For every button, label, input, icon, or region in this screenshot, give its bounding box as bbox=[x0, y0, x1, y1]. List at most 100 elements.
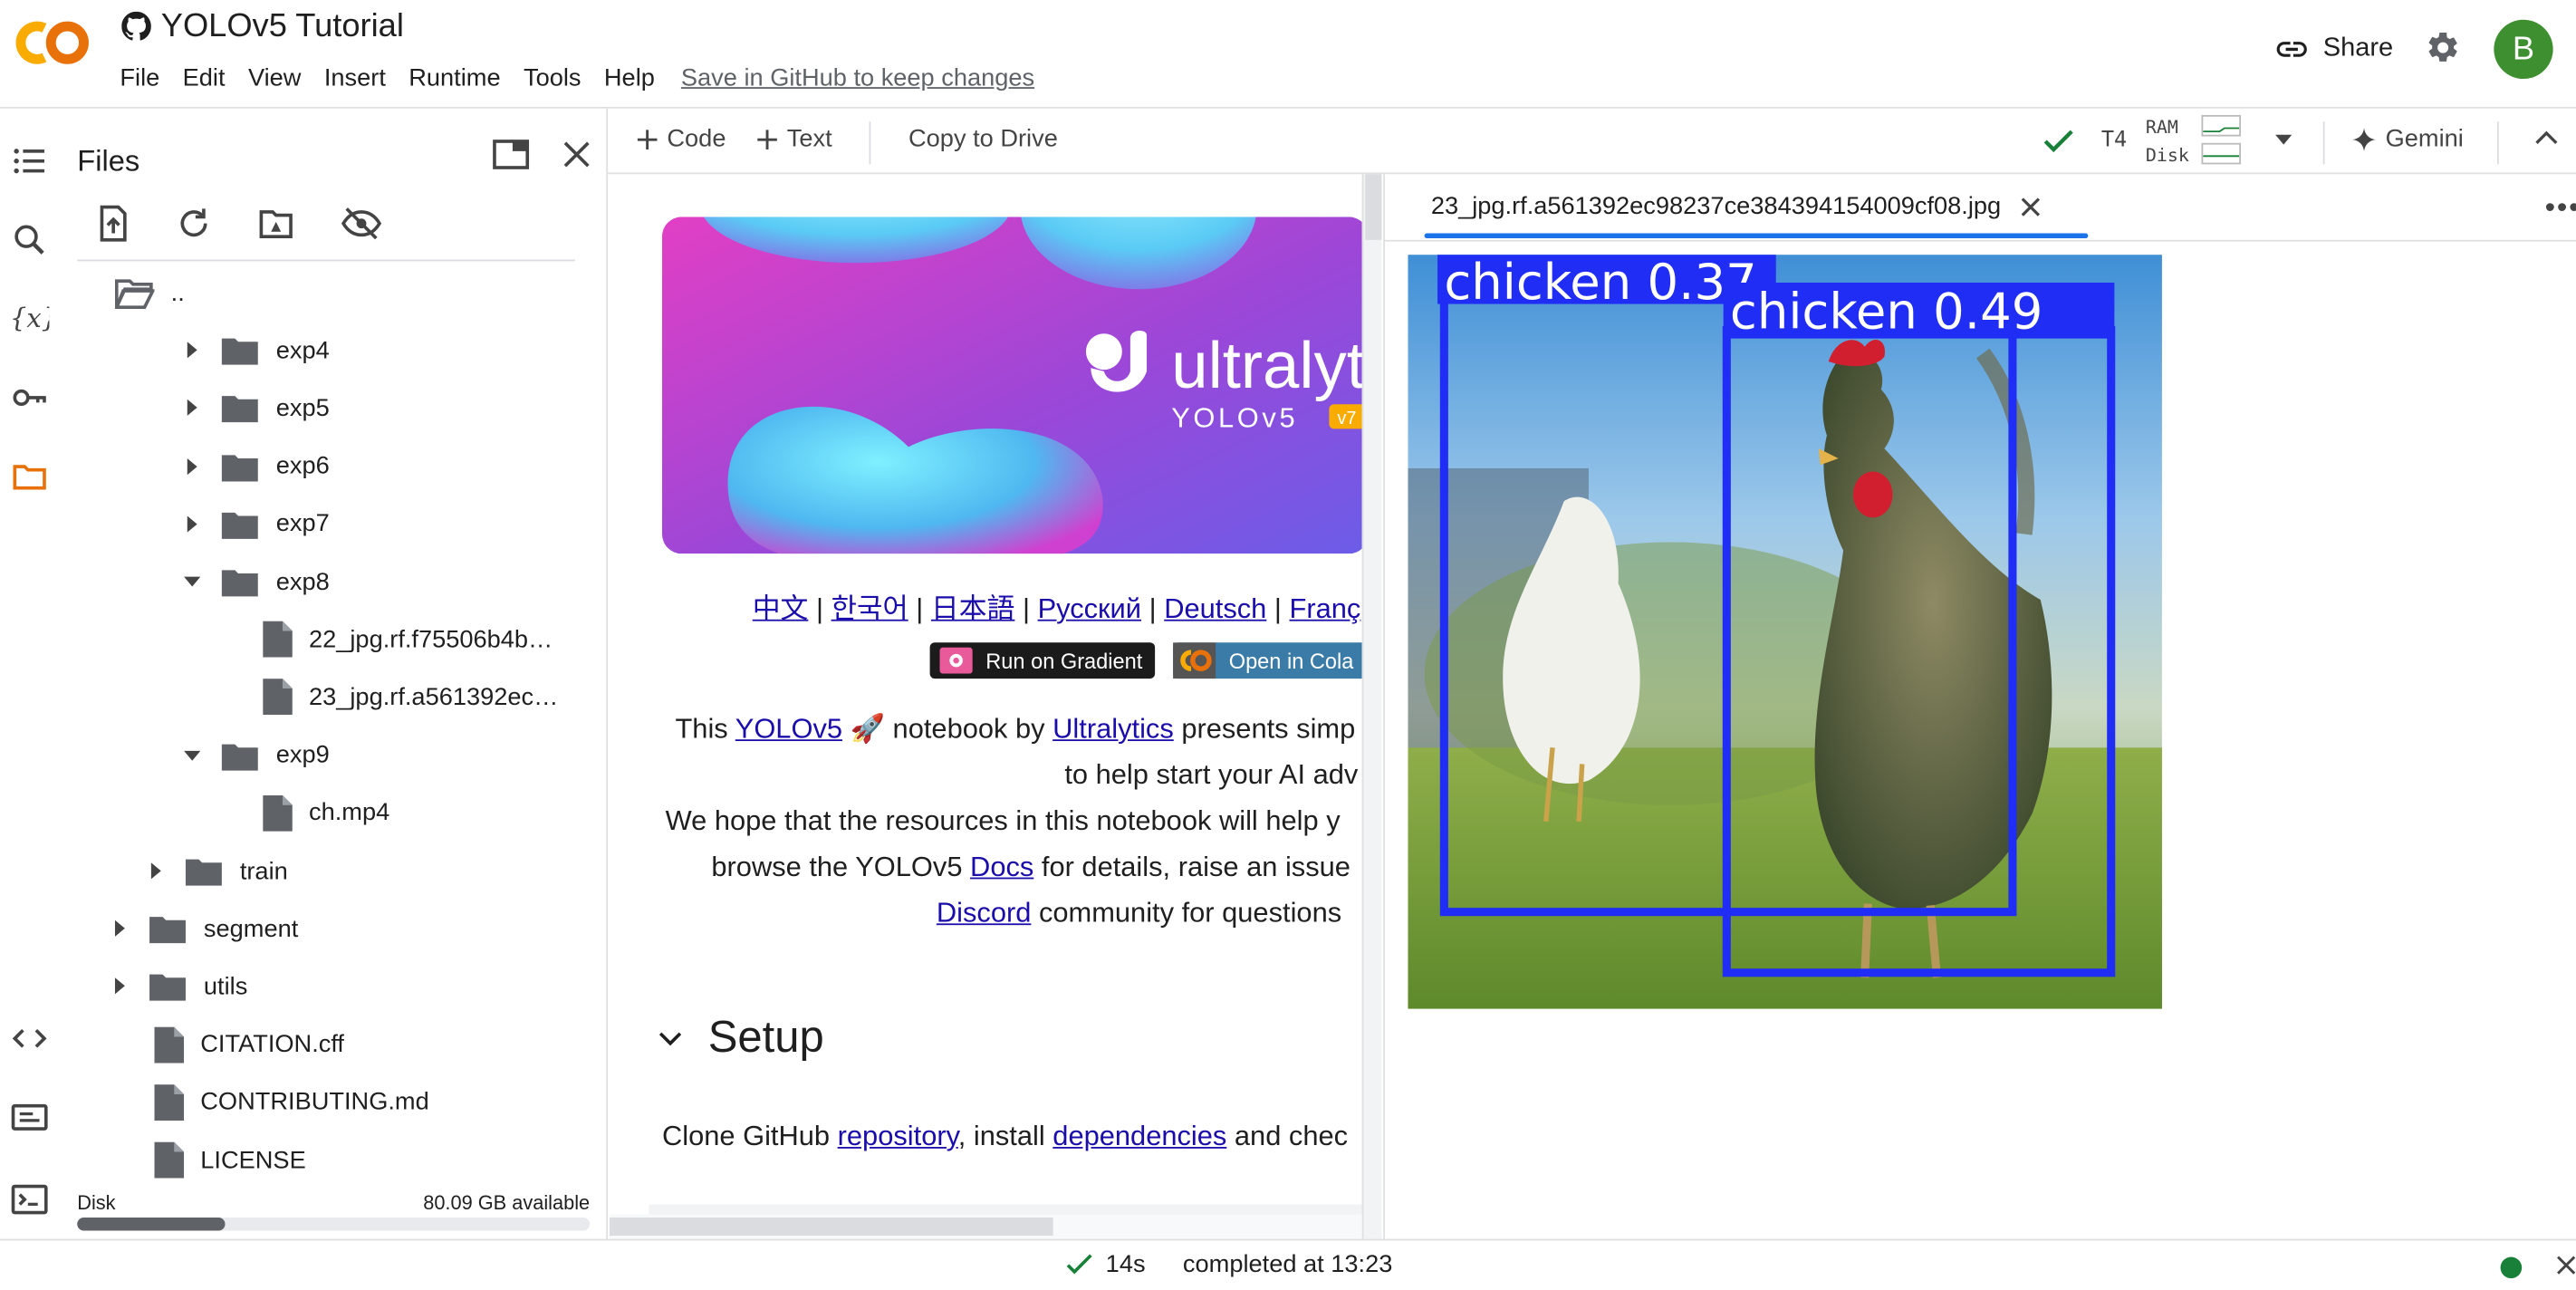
image-tab[interactable]: 23_jpg.rf.a561392ec98237ce384394154009cf… bbox=[1431, 192, 2041, 220]
menu-file[interactable]: File bbox=[120, 64, 159, 92]
file-tree-folder[interactable]: .. bbox=[114, 268, 185, 317]
files-panel-title: Files bbox=[77, 144, 140, 178]
notebook-content[interactable]: ultralyt YOLOv5 v7 中文 | 한국어 | 日本語 | Русс… bbox=[610, 174, 1362, 1238]
intro-text: 🚀 notebook by bbox=[842, 713, 1053, 745]
repository-link[interactable]: repository bbox=[838, 1121, 958, 1151]
menu-help[interactable]: Help bbox=[604, 64, 655, 92]
variables-icon[interactable]: {x} bbox=[10, 297, 50, 337]
expand-arrow-icon[interactable] bbox=[184, 515, 200, 533]
docs-link[interactable]: Docs bbox=[970, 852, 1033, 882]
left-rail: {x} bbox=[0, 109, 59, 1239]
table-of-contents-icon[interactable] bbox=[10, 141, 50, 181]
ultralytics-link[interactable]: Ultralytics bbox=[1053, 713, 1174, 744]
lang-link-ko[interactable]: 한국어 bbox=[831, 593, 908, 624]
mount-drive-icon[interactable] bbox=[256, 204, 296, 244]
yolov5-link[interactable]: YOLOv5 bbox=[735, 713, 842, 744]
file-icon bbox=[154, 1025, 185, 1063]
expand-arrow-icon[interactable] bbox=[184, 342, 200, 359]
setup-section-header[interactable]: Setup bbox=[658, 1012, 824, 1063]
chevron-down-icon[interactable] bbox=[658, 1029, 682, 1045]
file-tree-file[interactable]: 22_jpg.rf.f75506b4b… bbox=[263, 615, 553, 664]
menu-view[interactable]: View bbox=[248, 64, 301, 92]
dependencies-link[interactable]: dependencies bbox=[1053, 1121, 1226, 1151]
file-tree-file[interactable]: 23_jpg.rf.a561392ec… bbox=[263, 673, 558, 722]
lang-link-fr[interactable]: Franç bbox=[1290, 593, 1361, 624]
file-tree-folder[interactable]: train bbox=[148, 846, 288, 895]
runtime-dropdown-icon[interactable] bbox=[2273, 131, 2293, 148]
folder-icon bbox=[149, 917, 186, 944]
runtime-type[interactable]: T4 bbox=[2101, 128, 2127, 152]
expand-arrow-icon[interactable] bbox=[111, 920, 128, 938]
scrollbar-thumb[interactable] bbox=[1365, 174, 1382, 240]
file-tree-label: exp6 bbox=[275, 451, 330, 480]
tab-divider bbox=[1385, 239, 2576, 242]
expand-arrow-icon[interactable] bbox=[184, 400, 200, 417]
refresh-icon[interactable] bbox=[174, 204, 214, 244]
folder-icon bbox=[221, 570, 258, 597]
expand-arrow-icon[interactable] bbox=[111, 977, 128, 996]
more-options-icon[interactable]: ••• bbox=[2545, 190, 2576, 225]
settings-gear-icon[interactable] bbox=[2425, 30, 2461, 66]
open-in-tab-icon[interactable] bbox=[491, 137, 531, 173]
menu-insert[interactable]: Insert bbox=[324, 64, 386, 92]
add-code-button[interactable]: Code bbox=[637, 125, 726, 153]
file-tree-file[interactable]: ch.mp4 bbox=[263, 788, 389, 837]
hide-hidden-files-icon[interactable] bbox=[340, 204, 382, 244]
file-tree-folder[interactable]: exp4 bbox=[184, 325, 330, 374]
menu-runtime[interactable]: Runtime bbox=[409, 64, 500, 92]
scrollbar-thumb[interactable] bbox=[609, 1218, 1053, 1236]
folder-icon bbox=[221, 512, 258, 539]
lang-link-ru[interactable]: Русский bbox=[1038, 593, 1141, 624]
terminal-icon[interactable] bbox=[10, 1179, 50, 1219]
collapse-header-icon[interactable] bbox=[2535, 130, 2558, 146]
file-tree-folder[interactable]: segment bbox=[111, 904, 298, 953]
save-in-github-link[interactable]: Save in GitHub to keep changes bbox=[681, 64, 1034, 92]
account-avatar[interactable]: B bbox=[2494, 19, 2553, 80]
collapse-arrow-icon[interactable] bbox=[184, 573, 201, 590]
upload-file-icon[interactable] bbox=[93, 204, 133, 244]
lang-link-ja[interactable]: 日本語 bbox=[931, 593, 1015, 624]
add-text-button[interactable]: Text bbox=[757, 125, 832, 153]
open-in-colab-badge[interactable]: Open in Cola bbox=[1173, 642, 1362, 679]
notebook-horizontal-scrollbar[interactable] bbox=[609, 1214, 1362, 1239]
close-status-icon[interactable] bbox=[2556, 1256, 2576, 1276]
file-tree-file[interactable]: CONTRIBUTING.md bbox=[154, 1077, 429, 1126]
close-panel-icon[interactable] bbox=[559, 137, 595, 173]
disk-usage-fill bbox=[77, 1218, 226, 1231]
connection-status-dot[interactable] bbox=[2500, 1256, 2523, 1279]
file-tree-folder[interactable]: utils bbox=[111, 962, 247, 1011]
files-folder-icon[interactable] bbox=[10, 457, 50, 496]
collapse-arrow-icon[interactable] bbox=[184, 747, 201, 764]
connected-check-icon[interactable] bbox=[2043, 127, 2075, 157]
file-tree-folder[interactable]: exp8 bbox=[184, 557, 330, 606]
close-tab-icon[interactable] bbox=[2021, 197, 2041, 217]
menu-edit[interactable]: Edit bbox=[183, 64, 226, 92]
file-tree-file[interactable]: LICENSE bbox=[154, 1135, 306, 1184]
file-tree-folder[interactable]: exp7 bbox=[184, 499, 330, 548]
notebook-vertical-scrollbar[interactable] bbox=[1361, 174, 1382, 1239]
secrets-key-icon[interactable] bbox=[10, 378, 50, 418]
gemini-button[interactable]: Gemini bbox=[2352, 125, 2464, 153]
code-snippets-icon[interactable] bbox=[10, 1019, 50, 1059]
file-tree-folder[interactable]: exp5 bbox=[184, 383, 330, 432]
toolbar-divider bbox=[2496, 121, 2499, 165]
discord-link[interactable]: Discord bbox=[937, 897, 1032, 928]
search-icon[interactable] bbox=[10, 220, 50, 260]
colab-logo-icon[interactable] bbox=[14, 14, 96, 72]
file-tree-file[interactable]: CITATION.cff bbox=[154, 1020, 344, 1069]
file-tree-folder[interactable]: exp6 bbox=[184, 441, 330, 490]
lang-link-zh[interactable]: 中文 bbox=[753, 593, 809, 624]
notebook-title[interactable]: YOLOv5 Tutorial bbox=[161, 8, 404, 46]
file-tree-folder[interactable]: exp9 bbox=[184, 730, 330, 779]
lang-link-de[interactable]: Deutsch bbox=[1164, 593, 1266, 624]
menu-tools[interactable]: Tools bbox=[524, 64, 582, 92]
resource-monitor[interactable]: RAM Disk bbox=[2146, 113, 2189, 169]
copy-to-drive-button[interactable]: Copy to Drive bbox=[908, 125, 1058, 153]
expand-arrow-icon[interactable] bbox=[148, 862, 164, 880]
run-on-gradient-badge[interactable]: Run on Gradient bbox=[929, 642, 1156, 679]
intro-text: presents simp bbox=[1173, 713, 1356, 745]
share-button[interactable]: Share bbox=[2273, 31, 2393, 67]
ultralytics-banner-image: ultralyt YOLOv5 v7 bbox=[661, 217, 1362, 554]
expand-arrow-icon[interactable] bbox=[184, 457, 200, 475]
command-palette-icon[interactable] bbox=[10, 1098, 50, 1138]
